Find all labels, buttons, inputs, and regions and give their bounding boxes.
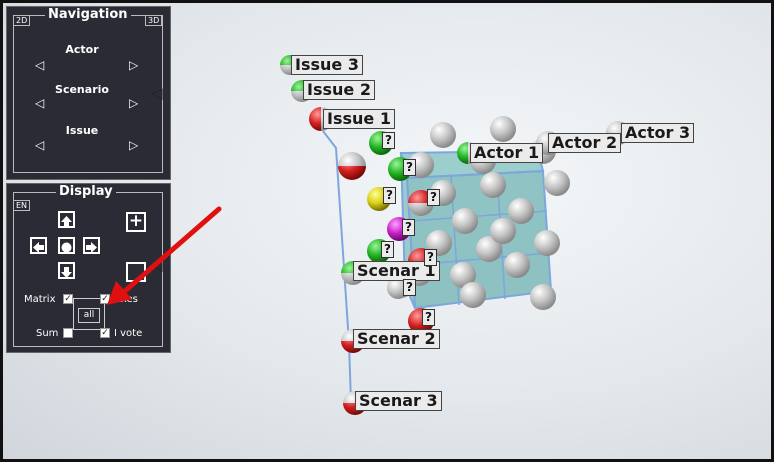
matrix-ball[interactable] (530, 284, 556, 310)
mode-3d-button[interactable]: 3D (145, 15, 163, 26)
navigation-title: Navigation (45, 8, 131, 22)
matrix-ball[interactable] (490, 116, 516, 142)
unknown-vote-marker: ? (403, 279, 416, 296)
matrix-ball[interactable] (460, 282, 486, 308)
unknown-vote-marker: ? (427, 189, 440, 206)
sum-checkbox[interactable] (63, 328, 73, 338)
sum-label: Sum (36, 328, 59, 339)
collapse-navigation-icon[interactable]: ◁ (151, 86, 163, 101)
issue-label-3[interactable]: Issue 3 (291, 55, 363, 75)
matrix-label: Matrix (24, 294, 56, 305)
arrow-up-icon (61, 216, 72, 227)
matrix-checkbox[interactable]: ✓ (63, 294, 73, 304)
unknown-vote-marker: ? (402, 219, 415, 236)
matrix-ball[interactable] (490, 218, 516, 244)
collapse-display-icon[interactable]: ◁ (151, 258, 163, 273)
scenario-prev-icon[interactable]: ◁ (35, 97, 44, 109)
axis-ball[interactable] (338, 152, 366, 180)
issue-next-icon[interactable]: ▷ (129, 139, 138, 151)
issue-prev-icon[interactable]: ◁ (35, 139, 44, 151)
viewport-3d[interactable]: Issue 3 Issue 2 Issue 1 Actor 1 Actor 2 Actor… (0, 0, 774, 462)
scenario-label-2[interactable]: Scenar 2 (353, 329, 440, 349)
arrow-right-icon (86, 242, 97, 253)
axes-checkbox[interactable]: ✓ (100, 294, 110, 304)
axes-label: Axes (114, 294, 138, 305)
center-dot-icon (61, 242, 72, 253)
ivote-checkbox[interactable]: ✓ (100, 328, 110, 338)
arrow-down-icon (61, 267, 72, 278)
zoom-out-button[interactable] (126, 262, 146, 282)
unknown-vote-marker: ? (424, 249, 437, 266)
language-button[interactable]: EN (13, 200, 31, 211)
matrix-ball[interactable] (534, 230, 560, 256)
display-title: Display (56, 185, 116, 199)
scenario-next-icon[interactable]: ▷ (129, 97, 138, 109)
unknown-vote-marker: ? (422, 309, 435, 326)
pan-down-button[interactable] (58, 262, 75, 279)
display-panel: Display EN + all Matrix ✓ ✓ Axes Sum ✓ I… (6, 183, 171, 353)
unknown-vote-marker: ? (403, 159, 416, 176)
ivote-label: I vote (114, 328, 143, 339)
unknown-vote-marker: ? (383, 187, 396, 204)
actor-label-3[interactable]: Actor 3 (621, 123, 695, 143)
actor-label-1[interactable]: Actor 1 (470, 143, 544, 163)
arrow-left-icon (33, 242, 44, 253)
actor-next-icon[interactable]: ▷ (129, 59, 138, 71)
issue-label-1[interactable]: Issue 1 (323, 109, 395, 129)
pan-up-button[interactable] (58, 211, 75, 228)
nav-label-actor: Actor (65, 43, 99, 56)
nav-label-scenario: Scenario (55, 83, 109, 96)
all-button[interactable]: all (78, 308, 100, 323)
matrix-ball[interactable] (480, 172, 506, 198)
pan-right-button[interactable] (83, 237, 100, 254)
plus-icon: + (128, 211, 144, 231)
matrix-ball[interactable] (508, 198, 534, 224)
pan-left-button[interactable] (30, 237, 47, 254)
mode-2d-button[interactable]: 2D (13, 15, 31, 26)
matrix-ball[interactable] (544, 170, 570, 196)
actor-label-2[interactable]: Actor 2 (548, 133, 622, 153)
nav-label-issue: Issue (65, 124, 99, 137)
matrix-ball[interactable] (430, 122, 456, 148)
issue-label-2[interactable]: Issue 2 (303, 80, 375, 100)
actor-prev-icon[interactable]: ◁ (35, 59, 44, 71)
matrix-ball[interactable] (504, 252, 530, 278)
unknown-vote-marker: ? (382, 132, 395, 149)
reset-view-button[interactable] (58, 237, 75, 254)
scenario-label-3[interactable]: Scenar 3 (355, 391, 442, 411)
matrix-ball[interactable] (452, 208, 478, 234)
zoom-in-button[interactable]: + (126, 212, 146, 232)
navigation-panel: Navigation 2D 3D Actor ◁ ▷ Scenario ◁ ▷ … (6, 6, 171, 180)
unknown-vote-marker: ? (381, 241, 394, 258)
